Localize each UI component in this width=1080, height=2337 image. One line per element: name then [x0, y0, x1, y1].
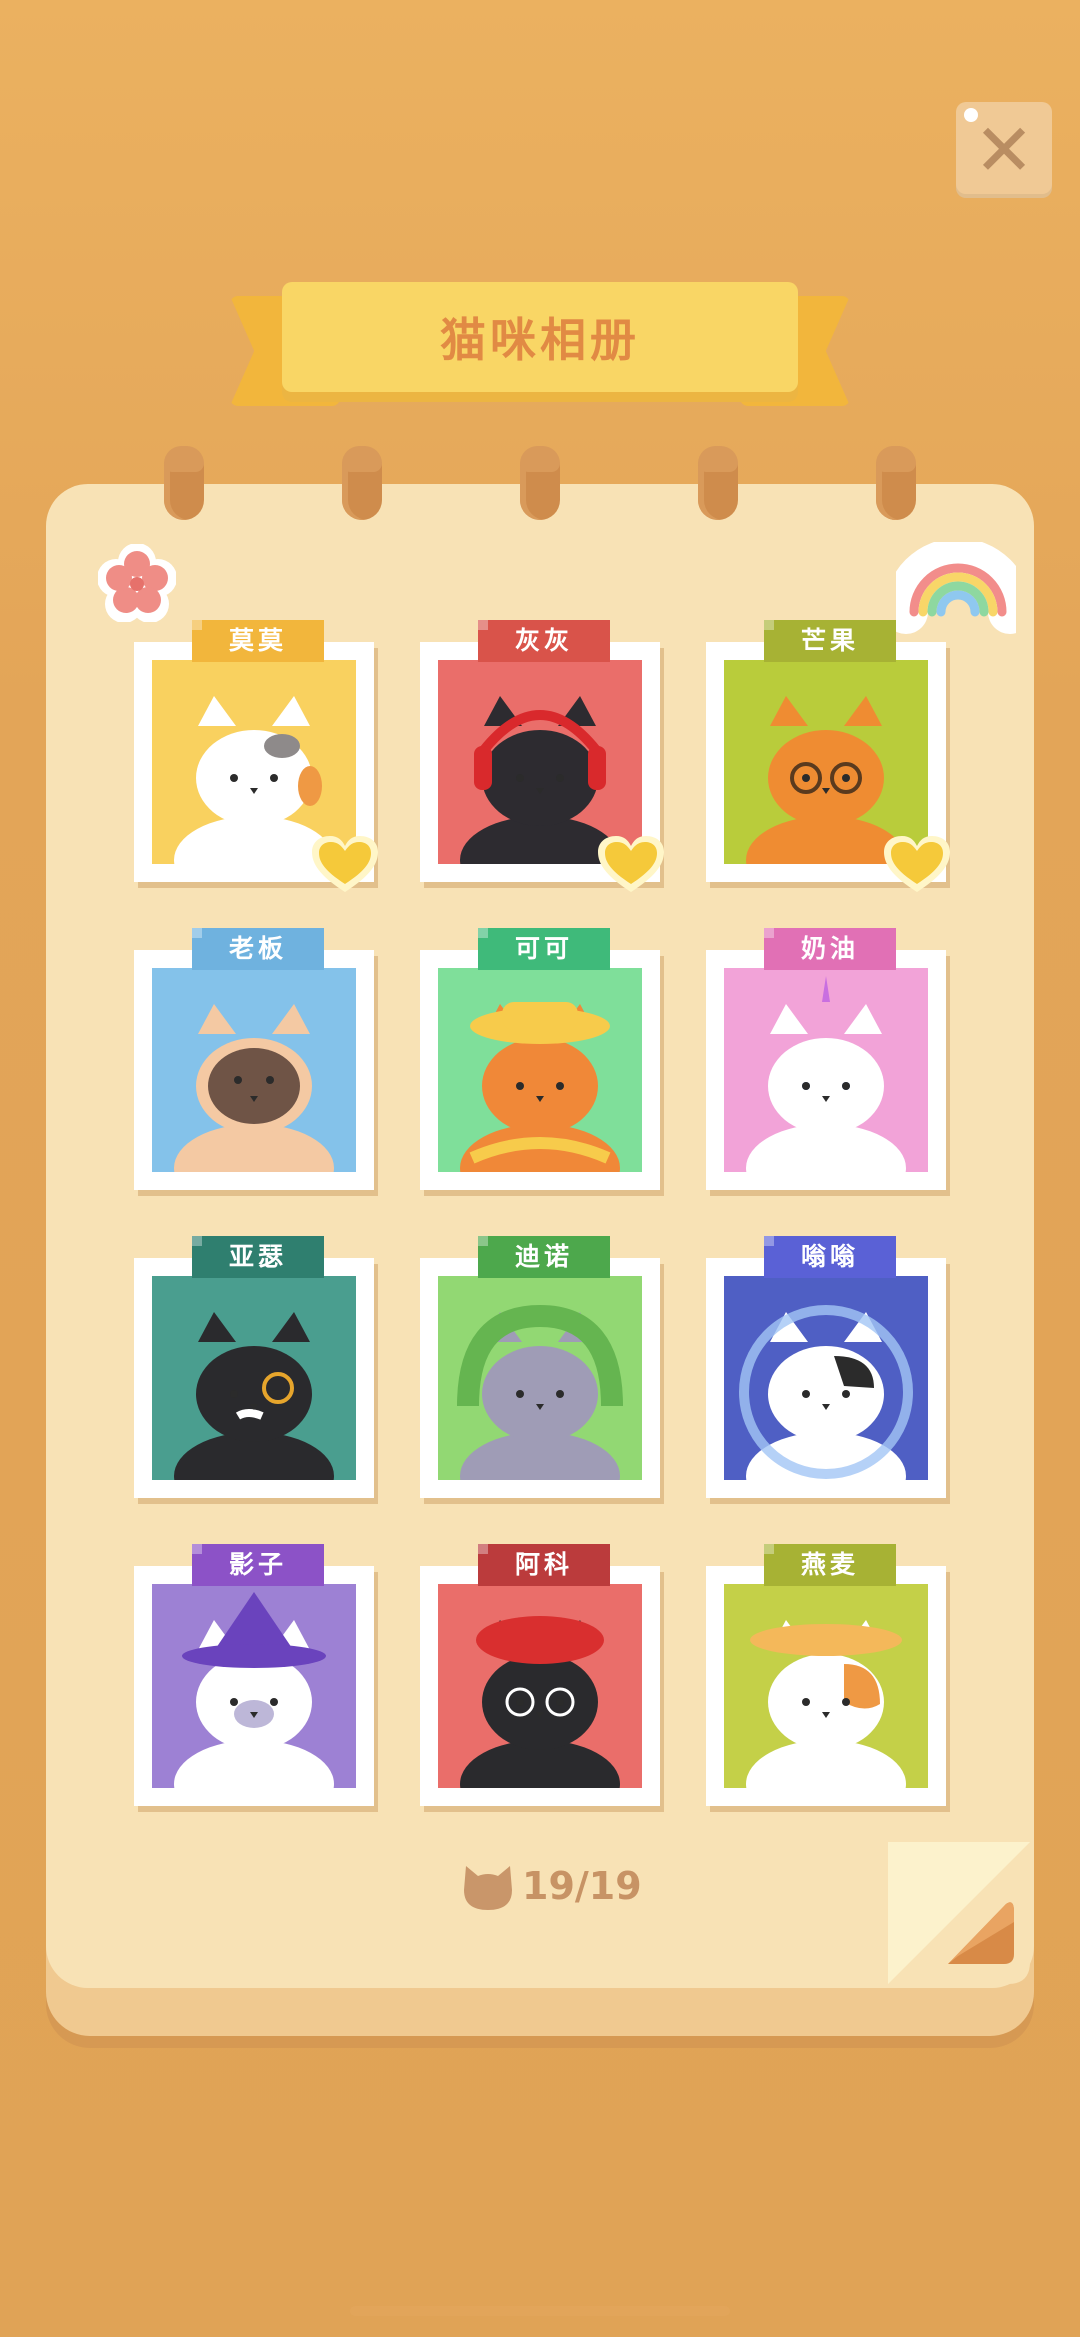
cat-name-tag: 灰灰 [478, 620, 610, 662]
close-icon: ✕ [973, 108, 1035, 192]
cat-illustration [724, 968, 928, 1172]
cat-name-tag: 莫莫 [192, 620, 324, 662]
cat-card[interactable]: 迪诺 [420, 1236, 660, 1498]
binder-ring [520, 446, 560, 520]
cat-name-tag: 嗡嗡 [764, 1236, 896, 1278]
binder-ring [342, 446, 382, 520]
cat-illustration [152, 1276, 356, 1480]
cat-illustration [152, 1584, 356, 1788]
binder-ring [164, 446, 204, 520]
title-banner: 猫咪相册 [282, 282, 798, 392]
cat-photo [724, 968, 928, 1172]
heart-icon [312, 836, 378, 892]
cat-card[interactable]: 嗡嗡 [706, 1236, 946, 1498]
cat-illustration [438, 1276, 642, 1480]
cat-illustration [152, 968, 356, 1172]
cat-head-icon [464, 1866, 512, 1910]
cat-card[interactable]: 莫莫 [134, 620, 378, 892]
cat-card[interactable]: 老板 [134, 928, 374, 1190]
page-title: 猫咪相册 [440, 313, 640, 367]
cat-name-tag: 燕麦 [764, 1544, 896, 1586]
cat-name-tag: 可可 [478, 928, 610, 970]
cat-illustration [724, 1276, 928, 1480]
cat-card[interactable]: 影子 [134, 1544, 374, 1806]
cat-name-tag: 迪诺 [478, 1236, 610, 1278]
cat-card[interactable]: 阿科 [420, 1544, 660, 1806]
cat-name-tag: 亚瑟 [192, 1236, 324, 1278]
cat-name-tag: 奶油 [764, 928, 896, 970]
close-button[interactable]: ✕ [956, 102, 1052, 198]
cat-name-tag: 芒果 [764, 620, 896, 662]
page-corner-icon[interactable] [888, 1842, 1030, 1984]
rainbow-sticker [896, 542, 1016, 634]
home-indicator [350, 2306, 730, 2316]
collection-counter: 19/19 [460, 1856, 642, 1916]
cat-name-tag: 老板 [192, 928, 324, 970]
binder-ring [698, 446, 738, 520]
cat-photo [724, 1584, 928, 1788]
cat-name-tag: 影子 [192, 1544, 324, 1586]
cat-photo [152, 1276, 356, 1480]
cat-card[interactable]: 灰灰 [420, 620, 664, 892]
cat-illustration [438, 968, 642, 1172]
flower-sticker [98, 544, 176, 622]
cat-card[interactable]: 奶油 [706, 928, 946, 1190]
cat-illustration [438, 1584, 642, 1788]
cat-card[interactable]: 燕麦 [706, 1544, 946, 1806]
collection-count: 19/19 [522, 1864, 642, 1908]
heart-icon [884, 836, 950, 892]
cat-card[interactable]: 可可 [420, 928, 660, 1190]
cat-photo [438, 1276, 642, 1480]
cat-photo [724, 1276, 928, 1480]
cat-illustration [724, 1584, 928, 1788]
cat-photo [438, 968, 642, 1172]
cat-card[interactable]: 芒果 [706, 620, 950, 892]
cat-photo [438, 1584, 642, 1788]
binder-ring [876, 446, 916, 520]
cat-photo [152, 1584, 356, 1788]
cat-card[interactable]: 亚瑟 [134, 1236, 374, 1498]
heart-icon [598, 836, 664, 892]
cat-photo [152, 968, 356, 1172]
cat-name-tag: 阿科 [478, 1544, 610, 1586]
